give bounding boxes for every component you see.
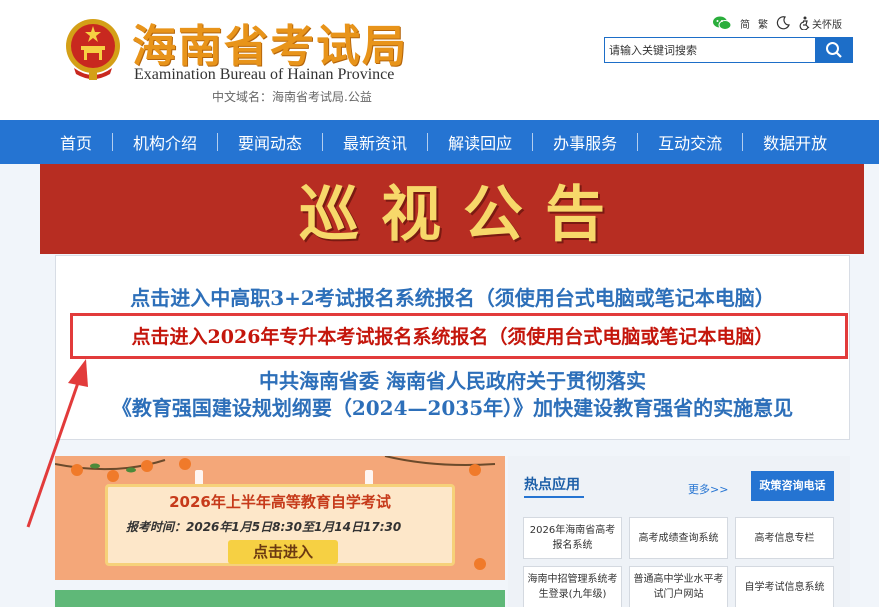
app-tile-self-study-exam[interactable]: 自学考试信息系统 <box>735 566 834 607</box>
nav-item-open-data[interactable]: 数据开放 <box>743 130 847 154</box>
nav-item-news[interactable]: 要闻动态 <box>218 130 322 154</box>
hot-apps-panel: 热点应用 更多>> 政策咨询电话 2026年海南省高考报名系统 高考成绩查询系统… <box>508 456 850 607</box>
dark-mode-icon[interactable] <box>776 16 790 30</box>
search-input[interactable] <box>604 37 815 63</box>
hot-apps-title: 热点应用 <box>524 477 580 493</box>
nav-item-interpretation[interactable]: 解读回应 <box>428 130 532 154</box>
wechat-icon[interactable] <box>712 15 732 31</box>
nav-item-about[interactable]: 机构介绍 <box>113 130 217 154</box>
self-study-exam-promo[interactable]: 2026年上半年高等教育自学考试 报考时间：2026年1月5日8:30至1月14… <box>55 456 505 580</box>
accessibility-icon <box>799 16 810 30</box>
site-title: 海南省考试局 <box>132 21 408 72</box>
main-nav: 首页 机构介绍 要闻动态 最新资讯 解读回应 办事服务 互动交流 数据开放 <box>0 120 879 164</box>
care-mode-link[interactable]: 关怀版 <box>798 16 842 31</box>
nav-item-services[interactable]: 办事服务 <box>533 130 637 154</box>
search-icon <box>826 42 842 58</box>
simplified-chinese-link[interactable]: 简 <box>740 16 750 31</box>
notice-link-3plus2-registration[interactable]: 点击进入中高职3+2考试报名系统报名（须使用台式电脑或笔记本电脑） <box>56 282 849 311</box>
app-tile-academic-proficiency[interactable]: 普通高中学业水平考试门户网站 <box>629 566 728 607</box>
notice-link-policy-line1[interactable]: 中共海南省委 海南省人民政府关于贯彻落实 <box>56 365 849 394</box>
nav-item-interaction[interactable]: 互动交流 <box>638 130 742 154</box>
app-tile-zhongkao-login[interactable]: 海南中招管理系统考生登录(九年级) <box>523 566 622 607</box>
care-mode-label: 关怀版 <box>812 19 842 31</box>
annotation-arrow-icon <box>26 359 88 528</box>
app-tile-gaokao-registration[interactable]: 2026年海南省高考报名系统 <box>523 517 622 559</box>
app-tile-gaokao-score-query[interactable]: 高考成绩查询系统 <box>629 517 728 559</box>
search-button[interactable] <box>815 37 853 63</box>
banner-text: 巡视公告 <box>299 179 627 250</box>
utility-bar: 简 繁 关怀版 <box>712 14 850 32</box>
search-box <box>604 37 853 63</box>
notice-box: 点击进入中高职3+2考试报名系统报名（须使用台式电脑或笔记本电脑） 点击进入20… <box>55 255 850 440</box>
nav-item-home[interactable]: 首页 <box>40 130 112 154</box>
site-subtitle: Examination Bureau of Hainan Province <box>134 66 395 83</box>
inspection-notice-banner[interactable]: 巡视公告 <box>40 164 864 254</box>
national-emblem-icon <box>66 19 120 80</box>
promo-date: 报考时间：2026年1月5日8:30至1月14日17:30 <box>126 520 402 534</box>
notice-link-policy-line2[interactable]: 《教育强国建设规划纲要（2024—2035年）》加快建设教育强省的实施意见 <box>56 392 849 421</box>
domain-line: 中文域名：海南省考试局.公益 <box>212 90 372 104</box>
promo-title: 2026年上半年高等教育自学考试 <box>169 493 391 511</box>
promo-card: 2026年上半年高等教育自学考试 报考时间：2026年1月5日8:30至1月14… <box>105 484 455 566</box>
policy-hotline-button[interactable]: 政策咨询电话 <box>751 471 834 501</box>
promo-enter-button[interactable]: 点击进入 <box>228 540 338 564</box>
nav-item-latest[interactable]: 最新资讯 <box>323 130 427 154</box>
app-tile-gaokao-info[interactable]: 高考信息专栏 <box>735 517 834 559</box>
hot-apps-more-link[interactable]: 更多>> <box>688 481 728 497</box>
notice-link-upgrade-exam-registration[interactable]: 点击进入2026年专升本考试报名系统报名（须使用台式电脑或笔记本电脑） <box>56 322 849 349</box>
hot-apps-underline <box>524 496 584 498</box>
site-header: 海南省考试局 Examination Bureau of Hainan Prov… <box>0 0 879 120</box>
secondary-promo[interactable] <box>55 590 505 607</box>
traditional-chinese-link[interactable]: 繁 <box>758 16 768 31</box>
